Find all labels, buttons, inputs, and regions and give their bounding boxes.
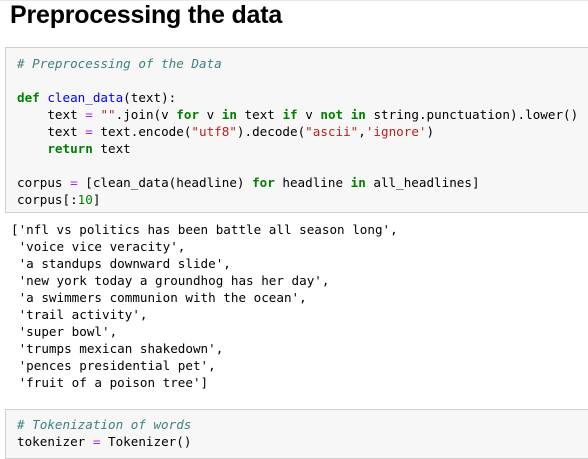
section-heading: Preprocessing the data: [10, 1, 283, 29]
code-line-encode: text = text.encode("utf8").decode("ascii…: [17, 124, 435, 139]
output-line: 'pences presidential pet',: [11, 358, 216, 373]
output-line: ['nfl vs politics has been battle all se…: [11, 222, 398, 237]
code-line-slice: corpus[:10]: [17, 192, 101, 207]
output-line: 'new york today a groundhog has her day'…: [11, 273, 330, 288]
output-line: 'super bowl',: [11, 324, 118, 339]
output-line: 'trail activity',: [11, 307, 148, 322]
code-cell-tokenization[interactable]: # Tokenization of words tokenizer = Token…: [5, 409, 588, 459]
output-line: 'trumps mexican shakedown',: [11, 341, 224, 356]
code-line-return: return text: [47, 141, 131, 156]
cell-output: ['nfl vs politics has been battle all se…: [11, 221, 398, 391]
output-line: 'a swimmers communion with the ocean',: [11, 290, 307, 305]
code-line-tokenizer: tokenizer = Tokenizer(): [17, 434, 192, 449]
output-line: 'voice vice veracity',: [11, 239, 186, 254]
output-line: 'fruit of a poison tree']: [11, 375, 209, 390]
code-cell-preprocessing[interactable]: # Preprocessing of the Data def clean_da…: [5, 47, 588, 213]
code-comment: # Tokenization of words: [17, 417, 192, 432]
code-input[interactable]: # Preprocessing of the Data def clean_da…: [17, 55, 578, 208]
code-input[interactable]: # Tokenization of words tokenizer = Token…: [17, 416, 191, 450]
code-line-join: text = "".join(v for v in text if v not …: [17, 107, 579, 122]
output-line: 'a standups downward slide',: [11, 256, 231, 271]
code-line-def: def clean_data(text):: [17, 90, 177, 105]
code-line-corpus: corpus = [clean_data(headline) for headl…: [17, 175, 480, 190]
code-comment: # Preprocessing of the Data: [17, 56, 222, 71]
